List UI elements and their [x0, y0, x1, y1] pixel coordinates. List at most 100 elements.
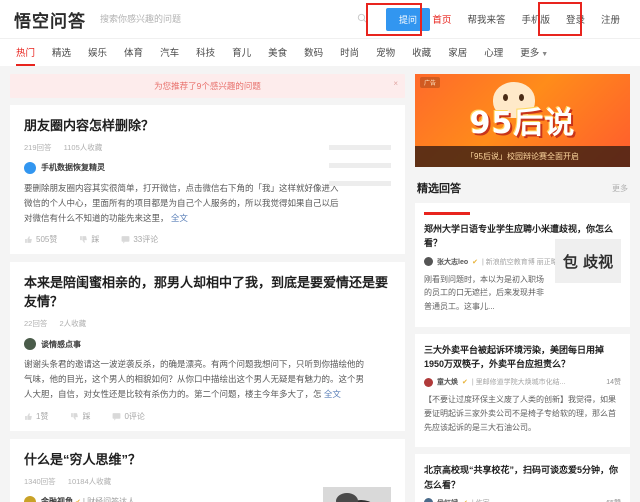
- avatar[interactable]: [424, 257, 433, 267]
- nav-item-home[interactable]: 首页: [432, 12, 451, 26]
- dislike-button[interactable]: 踩: [70, 411, 90, 422]
- sidebar-column: 广告 95后说 「95后说」校园辩论赛全面开启 精选回答 更多 郑州大学日语专业…: [415, 74, 630, 502]
- collect-count: 10184人收藏: [67, 476, 112, 486]
- avatar[interactable]: [24, 338, 36, 351]
- category-sports[interactable]: 体育: [124, 45, 143, 61]
- thumbs-up-icon: [25, 412, 32, 420]
- thumbs-down-icon: [71, 412, 79, 420]
- close-icon[interactable]: ×: [393, 79, 398, 88]
- answer-count: 22回答: [24, 319, 48, 329]
- like-button[interactable]: 505赞: [24, 234, 57, 245]
- nav-item-mobile[interactable]: 手机版: [521, 12, 550, 26]
- answer-thumbnail[interactable]: [323, 486, 391, 502]
- author-subtitle: | 财经问答达人: [82, 497, 136, 502]
- category-parenting[interactable]: 育儿: [232, 45, 251, 61]
- sidebar-section-header: 精选回答 更多: [415, 176, 630, 203]
- featured-answer-excerpt-row: 刚看到问题时，本以为是初入职场的员工的口无遮拦，后来发现并非普通员工。这事儿..…: [424, 239, 621, 314]
- site-header: 悟空问答 提问 首页 帮我来答 手机版 登录 注册: [0, 0, 640, 38]
- ad-caption[interactable]: 「95后说」校园辩论赛全面开启: [415, 146, 630, 167]
- comment-button[interactable]: 33评论: [121, 234, 158, 245]
- avatar[interactable]: [24, 495, 36, 502]
- category-psychology[interactable]: 心理: [484, 45, 503, 61]
- author-description: | 作家: [472, 498, 602, 502]
- question-card[interactable]: 朋友圈内容怎样删除？ 219回答 1105人收藏 手机数据恢复精灵 要删除朋友圈…: [10, 105, 405, 255]
- verified-badge-icon: ✔: [472, 258, 478, 266]
- search-container[interactable]: [100, 8, 370, 30]
- category-home[interactable]: 家居: [448, 45, 467, 61]
- author-name[interactable]: 侯虹斌: [437, 498, 458, 502]
- like-button[interactable]: 1赞: [24, 411, 48, 422]
- thumbs-down-icon: [80, 236, 88, 244]
- nav-item-register[interactable]: 注册: [601, 12, 620, 26]
- comment-button[interactable]: 0评论: [112, 411, 145, 422]
- ad-headline: 95后说: [469, 106, 576, 141]
- featured-answer-title[interactable]: 北京高校现“共享校花”，扫码可谈恋爱5分钟，你怎么看？: [424, 463, 621, 492]
- search-icon[interactable]: [357, 13, 368, 24]
- sidebar-section-title: 精选回答: [417, 183, 461, 195]
- author-name[interactable]: 手机数据恢复精灵: [41, 162, 105, 173]
- question-card[interactable]: 本来是陪闺蜜相亲的，那男人却相中了我，到底是要爱情还是要友情？ 22回答 2人收…: [10, 262, 405, 431]
- avatar[interactable]: [424, 377, 433, 387]
- featured-answer-title[interactable]: 三大外卖平台被起诉环境污染，美团每日用掉1950万双筷子，外卖平台应担责么？: [424, 343, 621, 372]
- sidebar-more-link[interactable]: 更多: [612, 183, 628, 194]
- category-hot[interactable]: 热门: [16, 45, 36, 66]
- featured-answer-item[interactable]: 北京高校现“共享校花”，扫码可谈恋爱5分钟，你怎么看？ 侯虹斌 ✔ | 作家 6…: [415, 454, 630, 502]
- thumbs-up-icon: [25, 236, 32, 244]
- category-more[interactable]: 更多 ▼: [520, 45, 548, 61]
- read-more-link[interactable]: 全文: [324, 389, 341, 399]
- question-card[interactable]: 什么是“穷人思维”？ 1340回答 10184人收藏 金融视角✔| 财经问答达人…: [10, 438, 405, 502]
- category-digital[interactable]: 数码: [304, 45, 323, 61]
- category-tech[interactable]: 科技: [196, 45, 215, 61]
- search-input[interactable]: [100, 8, 370, 30]
- chevron-down-icon: ▼: [541, 50, 549, 58]
- author-name-text: 金融视角: [41, 497, 73, 502]
- featured-answer-image[interactable]: 包 歧视: [555, 239, 621, 283]
- dislike-label: 踩: [91, 235, 100, 245]
- ad-label: 广告: [420, 77, 441, 88]
- avatar[interactable]: [24, 161, 36, 174]
- site-logo[interactable]: 悟空问答: [14, 7, 86, 32]
- top-nav: 首页 帮我来答 手机版 登录 注册: [432, 12, 626, 26]
- dislike-button[interactable]: 踩: [79, 234, 99, 245]
- featured-answer-item[interactable]: 郑州大学日语专业学生应聘小米遭歧视，你怎么看？ 张大志leo ✔ | 新浪航空教…: [415, 203, 630, 327]
- like-count: 14赞: [606, 379, 621, 387]
- answer-count: 1340回答: [24, 476, 56, 486]
- thumbnail-image: [323, 486, 391, 502]
- comment-icon: [113, 412, 121, 421]
- comment-count: 33评论: [133, 235, 159, 245]
- main-feed-column: 为您推荐了9个感兴趣的问题 × 朋友圈内容怎样删除？ 219回答 1105人收藏…: [10, 74, 405, 502]
- category-collection[interactable]: 收藏: [412, 45, 431, 61]
- category-fashion[interactable]: 时尚: [340, 45, 359, 61]
- author-name[interactable]: 金融视角✔| 财经问答达人: [41, 496, 135, 502]
- answer-body: 要删除朋友圈内容其实很简单，打开微信，点击微信右下角的「我」这样就好像进入微信的…: [24, 181, 344, 226]
- featured-answer-excerpt: 【不要让过度环保主义废了人类的创新】我觉得，如果要证明起诉三家外卖公司不是椅子专…: [424, 395, 616, 432]
- category-entertainment[interactable]: 娱乐: [88, 45, 107, 61]
- read-more-link[interactable]: 全文: [171, 213, 188, 223]
- category-pets[interactable]: 宠物: [376, 45, 395, 61]
- answer-actions: 1赞 踩 0评论: [24, 411, 391, 422]
- question-title[interactable]: 什么是“穷人思维”？: [24, 451, 391, 470]
- featured-answer-author-row: 侯虹斌 ✔ | 作家 65赞: [424, 498, 621, 502]
- avatar[interactable]: [424, 498, 433, 502]
- category-featured[interactable]: 精选: [52, 45, 71, 61]
- nav-item-login[interactable]: 登录: [566, 12, 585, 26]
- answer-text: 谢谢头条君的邀请这一波逆袭反杀，的确是漂亮。有两个问题我想问下，只听到你描绘他的…: [24, 359, 365, 399]
- recommendation-banner: 为您推荐了9个感兴趣的问题 ×: [10, 74, 405, 98]
- author-name[interactable]: 谈情感点事: [41, 339, 81, 350]
- advertisement-banner[interactable]: 广告 95后说 「95后说」校园辩论赛全面开启: [415, 74, 630, 167]
- question-title[interactable]: 朋友圈内容怎样删除？: [24, 117, 391, 136]
- ask-question-button[interactable]: 提问: [386, 7, 431, 31]
- answer-author-row[interactable]: 谈情感点事: [24, 338, 391, 351]
- featured-answer-item[interactable]: 三大外卖平台被起诉环境污染，美团每日用掉1950万双筷子，外卖平台应担责么？ 童…: [415, 333, 630, 448]
- like-count: 505赞: [36, 235, 58, 245]
- category-food[interactable]: 美食: [268, 45, 287, 61]
- author-name[interactable]: 张大志leo: [437, 257, 468, 267]
- category-auto[interactable]: 汽车: [160, 45, 179, 61]
- collect-count: 1105人收藏: [63, 142, 103, 152]
- author-name[interactable]: 童大焕: [437, 377, 458, 387]
- featured-answer-author-row: 童大焕 ✔ | 里邮修道学院大焕城市化结... 14赞: [424, 377, 621, 387]
- page-body: 为您推荐了9个感兴趣的问题 × 朋友圈内容怎样删除？ 219回答 1105人收藏…: [0, 66, 640, 502]
- question-title[interactable]: 本来是陪闺蜜相亲的，那男人却相中了我，到底是要爱情还是要友情？: [24, 274, 391, 312]
- nav-item-answer[interactable]: 帮我来答: [467, 12, 505, 26]
- question-meta: 22回答 2人收藏: [24, 318, 391, 329]
